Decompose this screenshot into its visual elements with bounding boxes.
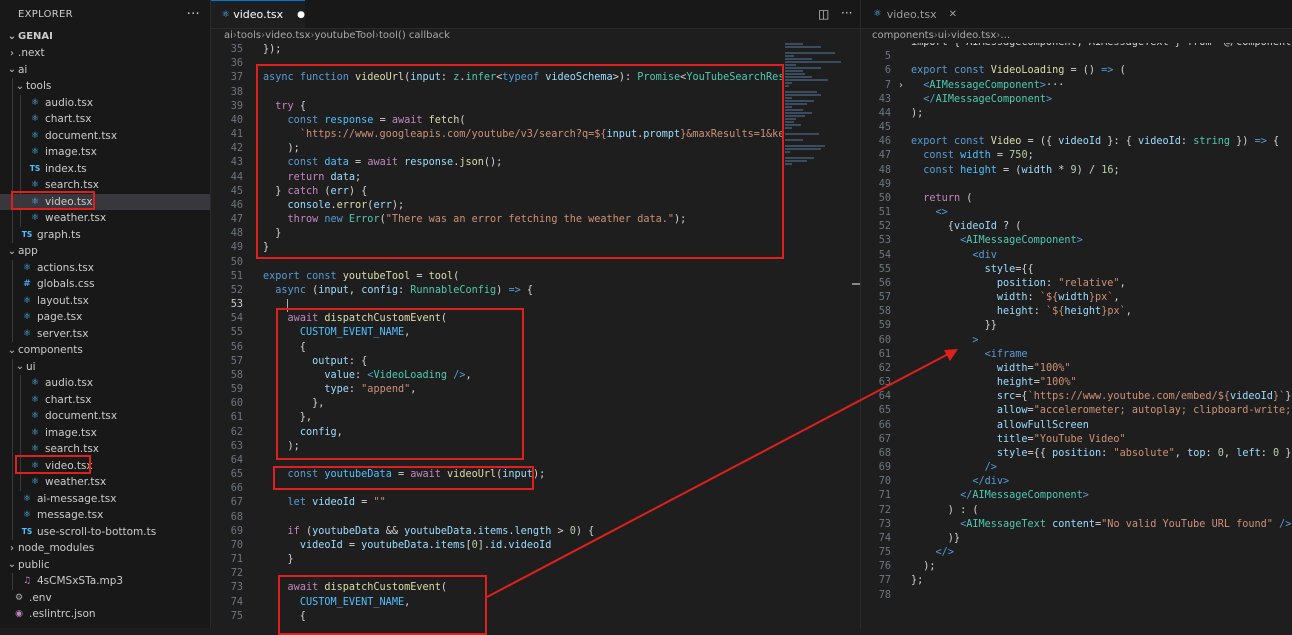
annotation-arrow bbox=[486, 349, 958, 598]
